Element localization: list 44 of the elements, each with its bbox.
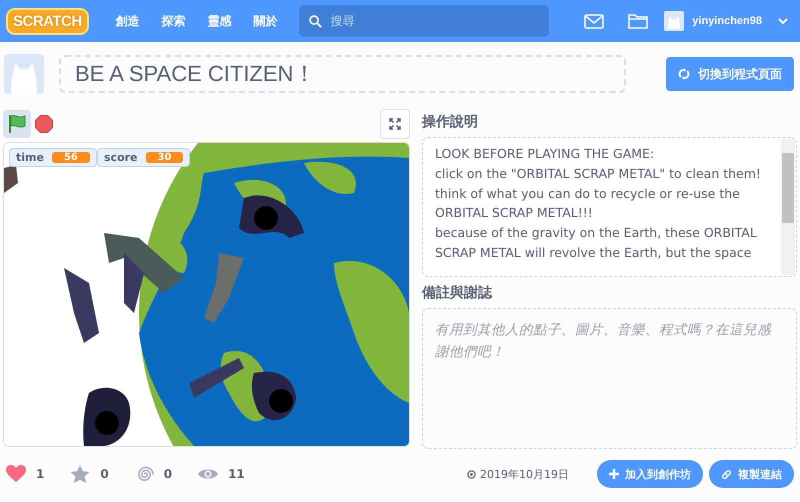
nav-link[interactable]: 探索 [162,12,186,30]
fullscreen-button[interactable] [380,109,410,139]
avatar-icon [4,54,44,94]
see-inside-button[interactable]: 切換到程式頁面 [666,57,794,91]
flag-icon [8,114,26,134]
folder-icon[interactable] [628,13,648,29]
caret-icon[interactable] [778,18,788,24]
avatar-icon[interactable] [664,11,684,31]
add-to-studio-button[interactable]: 加入到創作坊 [597,460,703,488]
clock-icon [467,470,476,478]
search-field[interactable]: 搜尋 [298,5,549,37]
game-stage-drawing[interactable] [4,143,409,446]
monitor-value: 56 [52,152,90,163]
share-date: 2019年10月19日 [480,466,569,482]
stat-count: 0 [164,467,172,481]
star-icon[interactable] [70,464,90,484]
nav-link[interactable]: 創造 [116,12,140,30]
expand-icon [389,118,401,130]
project-title-field[interactable]: BE A SPACE CITIZEN！ [59,55,626,93]
instructions-text: LOOK BEFORE PLAYING THE GAME: click on the "ORBITAL SCRAP METAL" to clean them! think of what you can do to recycle or re-use the ORBITAL SCRAP METAL!!! because of the gravity on the Earth, these ORBITAL SCRAP METAL will revolve the Earth, but the space [435,145,762,262]
instructions-field[interactable] [422,137,797,277]
heart-icon[interactable] [6,465,26,483]
stat-count: 0 [100,467,109,481]
nav-link[interactable]: 關於 [254,12,278,30]
scratch-logo[interactable]: SCRATCH [6,8,89,34]
stop-icon[interactable] [35,115,53,133]
username[interactable]: yinyinchen98 [692,15,762,27]
nav-link[interactable]: 靈感 [208,12,232,30]
swap-icon [678,68,690,80]
notes-heading: 備註與謝誌 [422,284,494,302]
monitor-label: score [104,151,138,164]
stat-count: 11 [228,467,245,481]
copy-link-button[interactable]: 複製連結 [709,460,794,488]
search-icon [308,15,322,28]
instructions-heading: 操作說明 [422,113,479,131]
start-button[interactable] [3,110,31,138]
monitor-label: time [16,151,44,164]
notes-field[interactable]: 有用到其他人的點子、圖片、音樂、程式嗎？在這兒感謝他們吧！ [422,308,797,449]
plus-icon [609,469,619,479]
envelope-icon[interactable] [584,14,604,28]
monitor-value: 30 [146,152,184,163]
link-icon [721,468,732,480]
stat-count: 1 [36,467,44,481]
scrollbar[interactable] [781,139,795,275]
